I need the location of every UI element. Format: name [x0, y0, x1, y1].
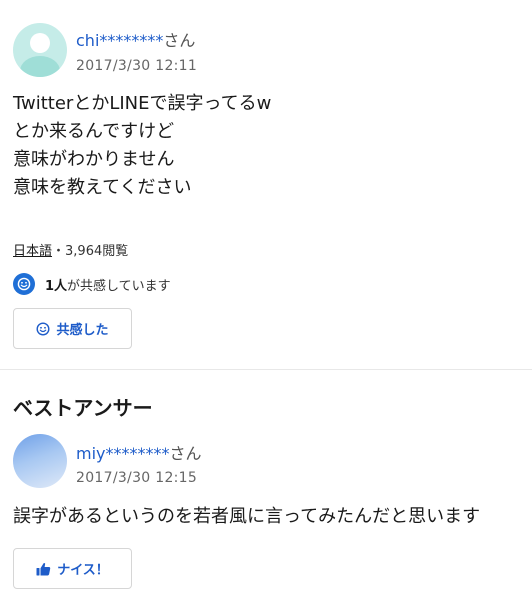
- questioner-name[interactable]: chi********: [76, 31, 163, 50]
- empathy-summary: 1人 が共感しています: [13, 272, 171, 296]
- empathy-count: 1人: [45, 278, 68, 294]
- answerer-name-row: miy********さん: [76, 440, 202, 464]
- answerer-avatar: [13, 434, 67, 488]
- question-line-1: TwitterとかLINEで誤字ってるw: [13, 93, 272, 114]
- answerer-suffix: さん: [169, 444, 202, 463]
- answerer-name[interactable]: miy********: [76, 444, 170, 463]
- question-line-3: 意味がわかりません: [13, 149, 175, 170]
- question-line-2: とか来るんですけど: [13, 121, 175, 142]
- question-date: 2017/3/30 12:11: [76, 58, 198, 74]
- smile-outline-icon: [36, 321, 50, 336]
- view-count: ・3,964閲覧: [52, 244, 129, 259]
- question-line-4: 意味を教えてください: [13, 177, 192, 198]
- questioner-suffix: さん: [163, 31, 196, 50]
- empathy-button[interactable]: 共感した: [13, 308, 132, 349]
- section-divider: [0, 369, 532, 370]
- thumbs-up-icon: [36, 562, 51, 576]
- smile-icon: [13, 273, 35, 295]
- avatar-head: [30, 33, 50, 53]
- questioner-name-row: chi********さん: [76, 27, 195, 51]
- nice-button[interactable]: ナイス！: [13, 548, 132, 589]
- empathy-text: が共感しています: [67, 278, 171, 294]
- question-meta: 日本語・3,964閲覧: [13, 240, 128, 259]
- questioner-avatar: [13, 23, 67, 77]
- answer-text: 誤字があるというのを若者風に言ってみたんだと思います: [13, 506, 481, 527]
- nice-button-label: ナイス！: [57, 563, 109, 578]
- best-answer-heading: ベストアンサー: [13, 396, 153, 420]
- avatar-body: [20, 56, 60, 77]
- empathy-button-label: 共感した: [56, 323, 109, 338]
- answer-date: 2017/3/30 12:15: [76, 470, 198, 486]
- category-link[interactable]: 日本語: [13, 244, 52, 259]
